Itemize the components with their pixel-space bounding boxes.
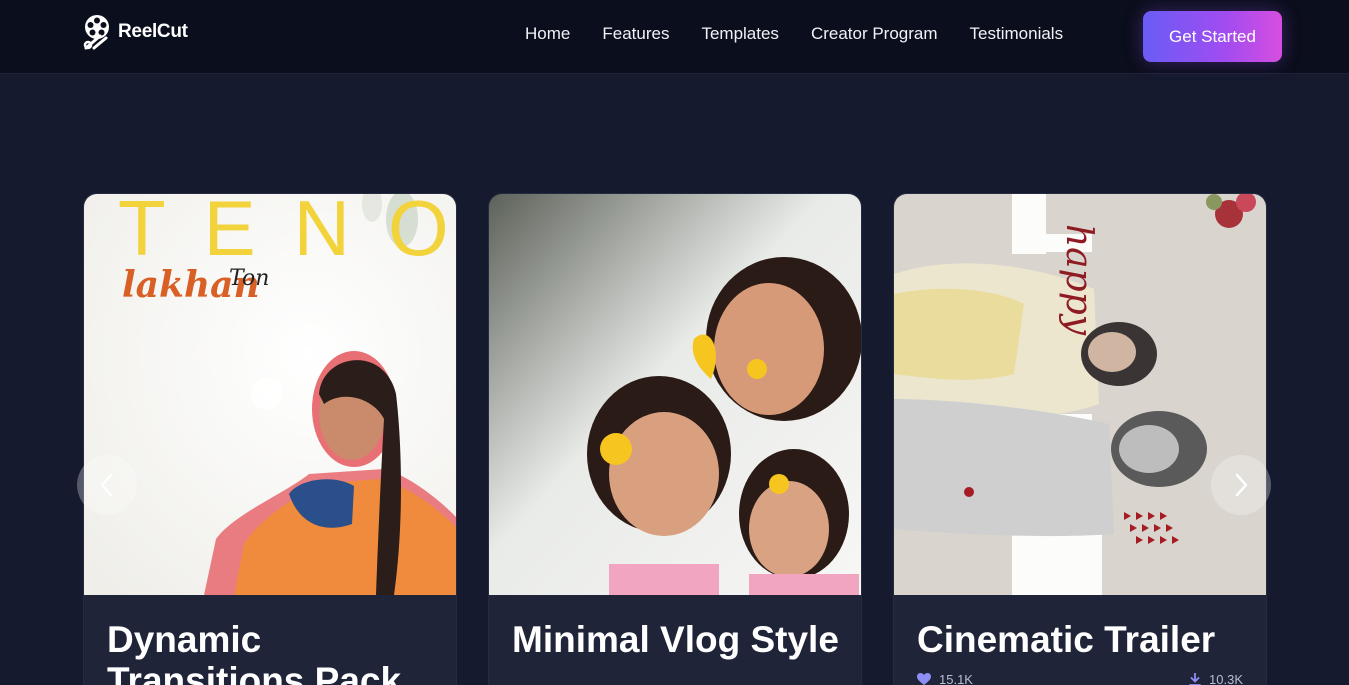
carousel-next-button[interactable] xyxy=(1211,455,1271,515)
template-stats: 15.1K 10.3K xyxy=(917,672,1243,685)
nav-link-home[interactable]: Home xyxy=(525,24,570,44)
poster-small-text: Ton xyxy=(229,266,270,291)
template-title: Dynamic Transitions Pack xyxy=(107,619,402,685)
nav-link-features[interactable]: Features xyxy=(602,24,669,44)
film-reel-icon xyxy=(83,15,109,50)
likes-count: 15.1K xyxy=(939,672,973,685)
nav-link-creator-program[interactable]: Creator Program xyxy=(811,24,938,44)
chevron-right-icon xyxy=(1235,473,1248,497)
heart-icon xyxy=(917,673,931,685)
template-thumbnail xyxy=(489,194,861,595)
template-title: Minimal Vlog Style xyxy=(512,619,839,660)
template-card[interactable]: TENO lakhan Ton Dynamic Transitions Pack xyxy=(83,193,457,685)
template-thumbnail: TENO lakhan Ton xyxy=(84,194,457,595)
template-card[interactable]: Minimal Vlog Style xyxy=(488,193,862,685)
poster-title-text: TENO xyxy=(118,194,457,272)
template-card[interactable]: happy Cinematic Trailer 15.1K 10.3K xyxy=(893,193,1267,685)
get-started-button[interactable]: Get Started xyxy=(1143,11,1282,62)
brand-name: ReelCut xyxy=(118,21,188,42)
likes-stat: 15.1K xyxy=(917,672,973,685)
nav-links: Home Features Templates Creator Program … xyxy=(525,24,1063,44)
carousel-prev-button[interactable] xyxy=(77,455,137,515)
nav-link-templates[interactable]: Templates xyxy=(701,24,778,44)
chevron-left-icon xyxy=(100,473,113,497)
nav-link-testimonials[interactable]: Testimonials xyxy=(970,24,1064,44)
downloads-stat: 10.3K xyxy=(1189,672,1243,685)
poster-script-text: happy xyxy=(1058,224,1099,336)
brand-logo[interactable]: ReelCut xyxy=(82,14,188,50)
template-thumbnail: happy xyxy=(894,194,1266,595)
top-navbar: ReelCut Home Features Templates Creator … xyxy=(0,0,1349,74)
downloads-count: 10.3K xyxy=(1209,672,1243,685)
download-icon xyxy=(1189,673,1201,685)
template-title: Cinematic Trailer xyxy=(917,619,1216,660)
